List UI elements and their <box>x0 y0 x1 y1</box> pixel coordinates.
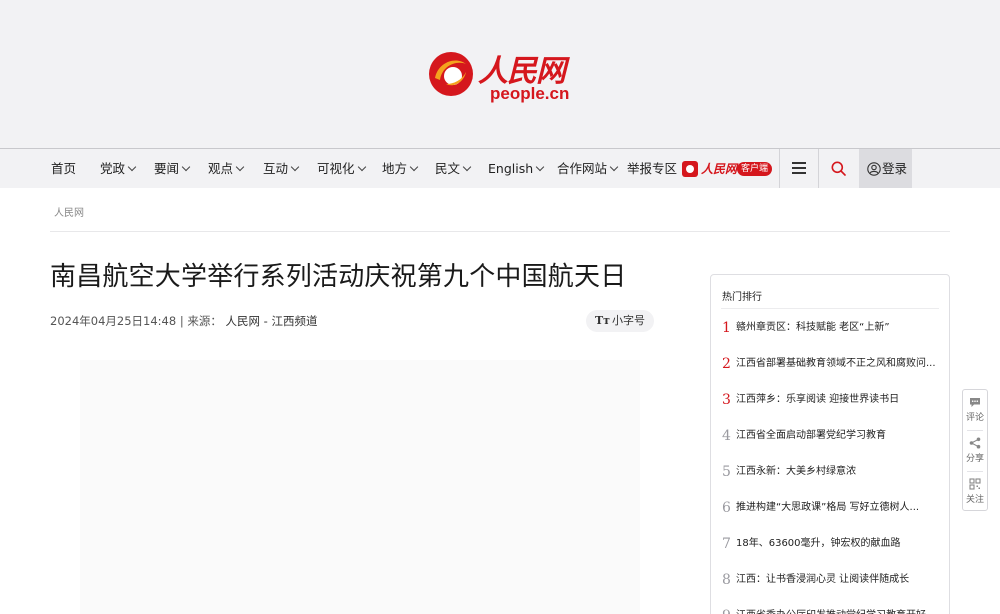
chevron-down-icon <box>127 162 137 172</box>
comment-label: 评论 <box>965 413 984 423</box>
chevron-down-icon <box>609 162 619 172</box>
comment-button[interactable]: 评论 <box>963 390 987 430</box>
hot-item-title: 推进构建“大思政课”格局 写好立德树人... <box>736 502 920 513</box>
nav-divider <box>818 149 819 188</box>
hot-ranking-item[interactable]: 7 18年、63600毫升，钟宏权的献血路 <box>722 534 947 554</box>
hot-ranking-item[interactable]: 5 江西永新：大美乡村绿意浓 <box>722 462 947 482</box>
chevron-down-icon <box>290 162 300 172</box>
nav-item-opinion[interactable]: 观点 <box>208 149 245 188</box>
hot-item-title: 江西省全面启动部署党纪学习教育 <box>736 430 886 441</box>
nav-divider <box>779 149 780 188</box>
hot-ranking-title: 热门排行 <box>722 292 762 303</box>
login-button[interactable]: 登录 <box>859 149 912 188</box>
nav-item-news[interactable]: 要闻 <box>154 149 191 188</box>
comment-icon <box>970 398 980 407</box>
hot-ranking-item[interactable]: 4 江西省全面启动部署党纪学习教育 <box>722 426 947 446</box>
chevron-down-icon <box>535 162 545 172</box>
font-size-icon: Tт <box>595 314 611 327</box>
hot-item-title: 江西：让书香浸润心灵 让阅读伴随成长 <box>736 574 910 585</box>
share-icon <box>969 437 981 449</box>
article-title: 南昌航空大学举行系列活动庆祝第九个中国航天日 <box>50 262 627 292</box>
nav-item-report[interactable]: 举报专区 <box>627 149 677 188</box>
nav-item-home[interactable]: 首页 <box>51 149 76 188</box>
nav-item-label: 民文 <box>435 161 461 176</box>
hot-ranking-item[interactable]: 9 江西省委办公厅印发推动党纪学习教育开好... <box>722 606 947 614</box>
nav-item-label: 互动 <box>263 161 289 176</box>
follow-label: 关注 <box>965 495 984 505</box>
font-size-toggle-button[interactable]: Tт 小字号 <box>586 310 654 332</box>
nav-item-label: 地方 <box>382 161 408 176</box>
nav-item-label: English <box>488 161 534 176</box>
nav-item-english[interactable]: English <box>488 149 545 188</box>
hot-item-title: 赣州章贡区：科技赋能 老区“上新” <box>736 322 890 333</box>
floating-action-bar: 评论 分享 关注 <box>962 389 988 511</box>
chevron-down-icon <box>357 162 366 172</box>
share-button[interactable]: 分享 <box>963 431 987 471</box>
hot-ranking-panel: 热门排行 1 赣州章贡区：科技赋能 老区“上新” 2 江西省部署基础教育领域不正之风… <box>710 274 950 614</box>
chevron-down-icon <box>409 162 419 172</box>
app-badge: 客户端 <box>737 162 773 176</box>
article-image <box>80 360 640 614</box>
hot-ranking-item[interactable]: 1 赣州章贡区：科技赋能 老区“上新” <box>722 318 947 338</box>
nav-item-label: 合作网站 <box>557 161 608 176</box>
nav-item-visual[interactable]: 可视化 <box>317 149 366 188</box>
nav-item-label: 可视化 <box>317 161 355 176</box>
breadcrumb[interactable]: 人民网 <box>54 204 84 219</box>
nav-item-local[interactable]: 地方 <box>382 149 419 188</box>
rank-number: 4 <box>722 428 731 444</box>
nav-item-partners[interactable]: 合作网站 <box>557 149 619 188</box>
nav-item-label: 首页 <box>51 161 77 176</box>
hot-ranking-item[interactable]: 3 江西萍乡：乐享阅读 迎接世界读书日 <box>722 390 947 410</box>
chevron-down-icon <box>462 162 472 172</box>
rank-number: 6 <box>722 500 731 516</box>
main-nav: 首页 党政 要闻 观点 互动 可视化 地方 民文 English 合作网站 举报… <box>0 148 1000 188</box>
hot-ranking-divider <box>721 308 939 309</box>
rank-number: 7 <box>722 536 731 552</box>
rank-number: 9 <box>722 606 731 614</box>
chevron-down-icon <box>181 162 191 172</box>
article-datetime: 2024年04月25日14:48 <box>50 314 177 328</box>
hot-ranking-item[interactable]: 8 江西：让书香浸润心灵 让阅读伴随成长 <box>722 570 947 590</box>
nav-item-interaction[interactable]: 互动 <box>263 149 300 188</box>
nav-item-label: 举报专区 <box>627 161 678 176</box>
rank-number: 5 <box>722 464 731 480</box>
search-icon[interactable] <box>831 161 846 176</box>
hot-item-title: 江西省委办公厅印发推动党纪学习教育开好... <box>736 606 936 614</box>
rank-number: 1 <box>722 320 731 336</box>
article-meta: 2024年04月25日14:48 | 来源： 人民网 - 江西频道 <box>50 313 318 329</box>
user-icon <box>867 162 881 176</box>
source-prefix: 来源： <box>187 314 222 328</box>
hot-item-title: 江西萍乡：乐享阅读 迎接世界读书日 <box>736 394 900 405</box>
hot-item-title: 江西省部署基础教育领域不正之风和腐败问... <box>736 358 936 369</box>
breadcrumb-divider <box>50 231 950 232</box>
font-size-label: 小字号 <box>612 314 645 327</box>
hot-item-title: 江西永新：大美乡村绿意浓 <box>736 466 856 477</box>
hot-ranking-item[interactable]: 2 江西省部署基础教育领域不正之风和腐败问... <box>722 354 947 374</box>
nav-item-label: 观点 <box>208 161 234 176</box>
people-logo-icon <box>429 52 473 96</box>
nav-item-label: 要闻 <box>154 161 180 176</box>
rank-number: 2 <box>722 356 731 372</box>
rank-number: 3 <box>722 392 731 408</box>
app-logo-icon <box>682 161 698 177</box>
article-source-link[interactable]: 人民网 - 江西频道 <box>226 314 318 328</box>
hamburger-icon[interactable] <box>792 162 806 174</box>
logo-text-en: people.cn <box>490 84 570 103</box>
login-label: 登录 <box>882 161 908 176</box>
follow-button[interactable]: 关注 <box>963 472 987 512</box>
hot-ranking-item[interactable]: 6 推进构建“大思政课”格局 写好立德树人... <box>722 498 947 518</box>
nav-item-minority[interactable]: 民文 <box>435 149 472 188</box>
chevron-down-icon <box>235 162 245 172</box>
nav-item-label: 党政 <box>100 161 126 176</box>
hot-item-title: 18年、63600毫升，钟宏权的献血路 <box>736 538 901 549</box>
site-logo[interactable]: 人民网 people.cn <box>426 46 576 106</box>
site-header: 人民网 people.cn <box>0 0 1000 148</box>
qrcode-icon <box>969 478 981 490</box>
rank-number: 8 <box>722 572 731 588</box>
share-label: 分享 <box>965 454 984 464</box>
nav-item-party[interactable]: 党政 <box>100 149 137 188</box>
